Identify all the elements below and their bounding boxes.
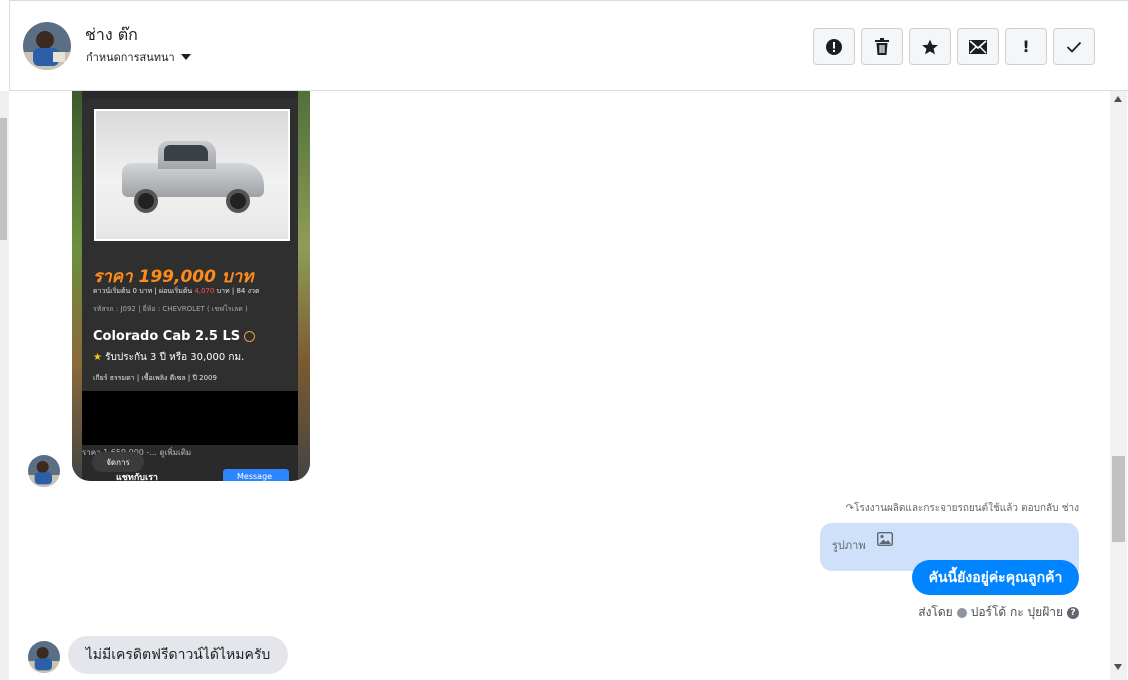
car-photo (94, 109, 290, 241)
follow-up-button[interactable]: ! (1005, 28, 1047, 65)
car-model: Colorado Cab 2.5 LS (93, 329, 256, 344)
payment-terms: ดาวน์เริ่มต้น 0 บาท | ผ่อนเริ่มต้น 4,070… (93, 287, 260, 295)
message-scrollbar[interactable] (1110, 91, 1127, 680)
car-listing-panel: ราคา 199,000 บาท ดาวน์เริ่มต้น 0 บาท | ผ… (82, 99, 298, 391)
mark-spam-button[interactable] (813, 28, 855, 65)
sender-name: ปอร์โด้ กะ ปุยฝ้าย (970, 605, 1063, 619)
warranty-line: ★ รับประกัน 3 ปี หรือ 30,000 กม. (93, 352, 245, 363)
mark-done-button[interactable] (1053, 28, 1095, 65)
image-reply-label: รูปภาพ (832, 539, 866, 552)
contact-name[interactable]: ช่าง ต๊ก (85, 23, 138, 48)
left-scroll-thumb[interactable] (0, 118, 7, 240)
card-black-area (82, 391, 298, 445)
scroll-down-arrow-icon[interactable] (1114, 664, 1122, 670)
outgoing-message-bubble[interactable]: คันนี้ยังอยู่ค่ะคุณลูกค้า (912, 560, 1079, 595)
delete-button[interactable] (861, 28, 903, 65)
incoming-message-bubble[interactable]: ไม่มีเครดิตฟรีดาวน์ได้ไหมครับ (68, 636, 288, 674)
shared-post-image[interactable]: ราคา 199,000 บาท ดาวน์เริ่มต้น 0 บาท | ผ… (72, 91, 310, 481)
card-background-left (72, 91, 82, 481)
important-label: ! (1022, 37, 1030, 56)
sender-status-icon (956, 607, 967, 618)
conversation-header: ช่าง ต๊ก กำหนดการสนทนา ! (9, 0, 1128, 91)
assign-conversation-label: กำหนดการสนทนา (86, 51, 175, 64)
contact-avatar[interactable] (23, 22, 71, 70)
help-icon[interactable]: ? (1067, 606, 1079, 619)
image-icon (877, 532, 893, 546)
star-icon: ★ (93, 352, 102, 363)
chevron-down-icon (180, 54, 191, 60)
car-code-line: รหัสรถ : J092 | ยี่ห้อ : CHEVROLET ( เชฟ… (93, 305, 248, 313)
conversation-toolbar: ! (813, 28, 1095, 65)
sent-by-label: ส่งโดย (918, 605, 953, 619)
reply-context-note: ↷โรงงานผลิตและกระจายรถยนต์ใช้แล้ว ตอบกลั… (845, 503, 1079, 514)
contact-avatar-small[interactable] (28, 641, 60, 673)
message-scroll-thumb[interactable] (1112, 456, 1125, 542)
sent-by-info: ส่งโดย ปอร์โด้ กะ ปุยฝ้าย ? (918, 603, 1079, 622)
card-footer-name: แชทกับเรา (116, 473, 158, 481)
star-icon (922, 39, 938, 54)
envelope-icon (969, 39, 987, 54)
contact-avatar-small[interactable] (28, 455, 60, 487)
scroll-up-arrow-icon[interactable] (1114, 96, 1122, 102)
trash-icon (875, 37, 889, 55)
assign-conversation-dropdown[interactable]: กำหนดการสนทนา (86, 48, 191, 66)
card-background-right (298, 91, 310, 481)
checkmark-icon (1066, 41, 1082, 53)
manage-button[interactable]: จัดการ (92, 452, 144, 472)
alert-circle-icon (826, 38, 842, 55)
verified-icon (244, 331, 256, 342)
star-button[interactable] (909, 28, 951, 65)
card-message-button[interactable]: Message (223, 469, 289, 481)
mark-unread-button[interactable] (957, 28, 999, 65)
car-specs: เกียร์ ธรรมดา | เชื้อเพลิง ดีเซล | ปี 20… (93, 374, 217, 382)
